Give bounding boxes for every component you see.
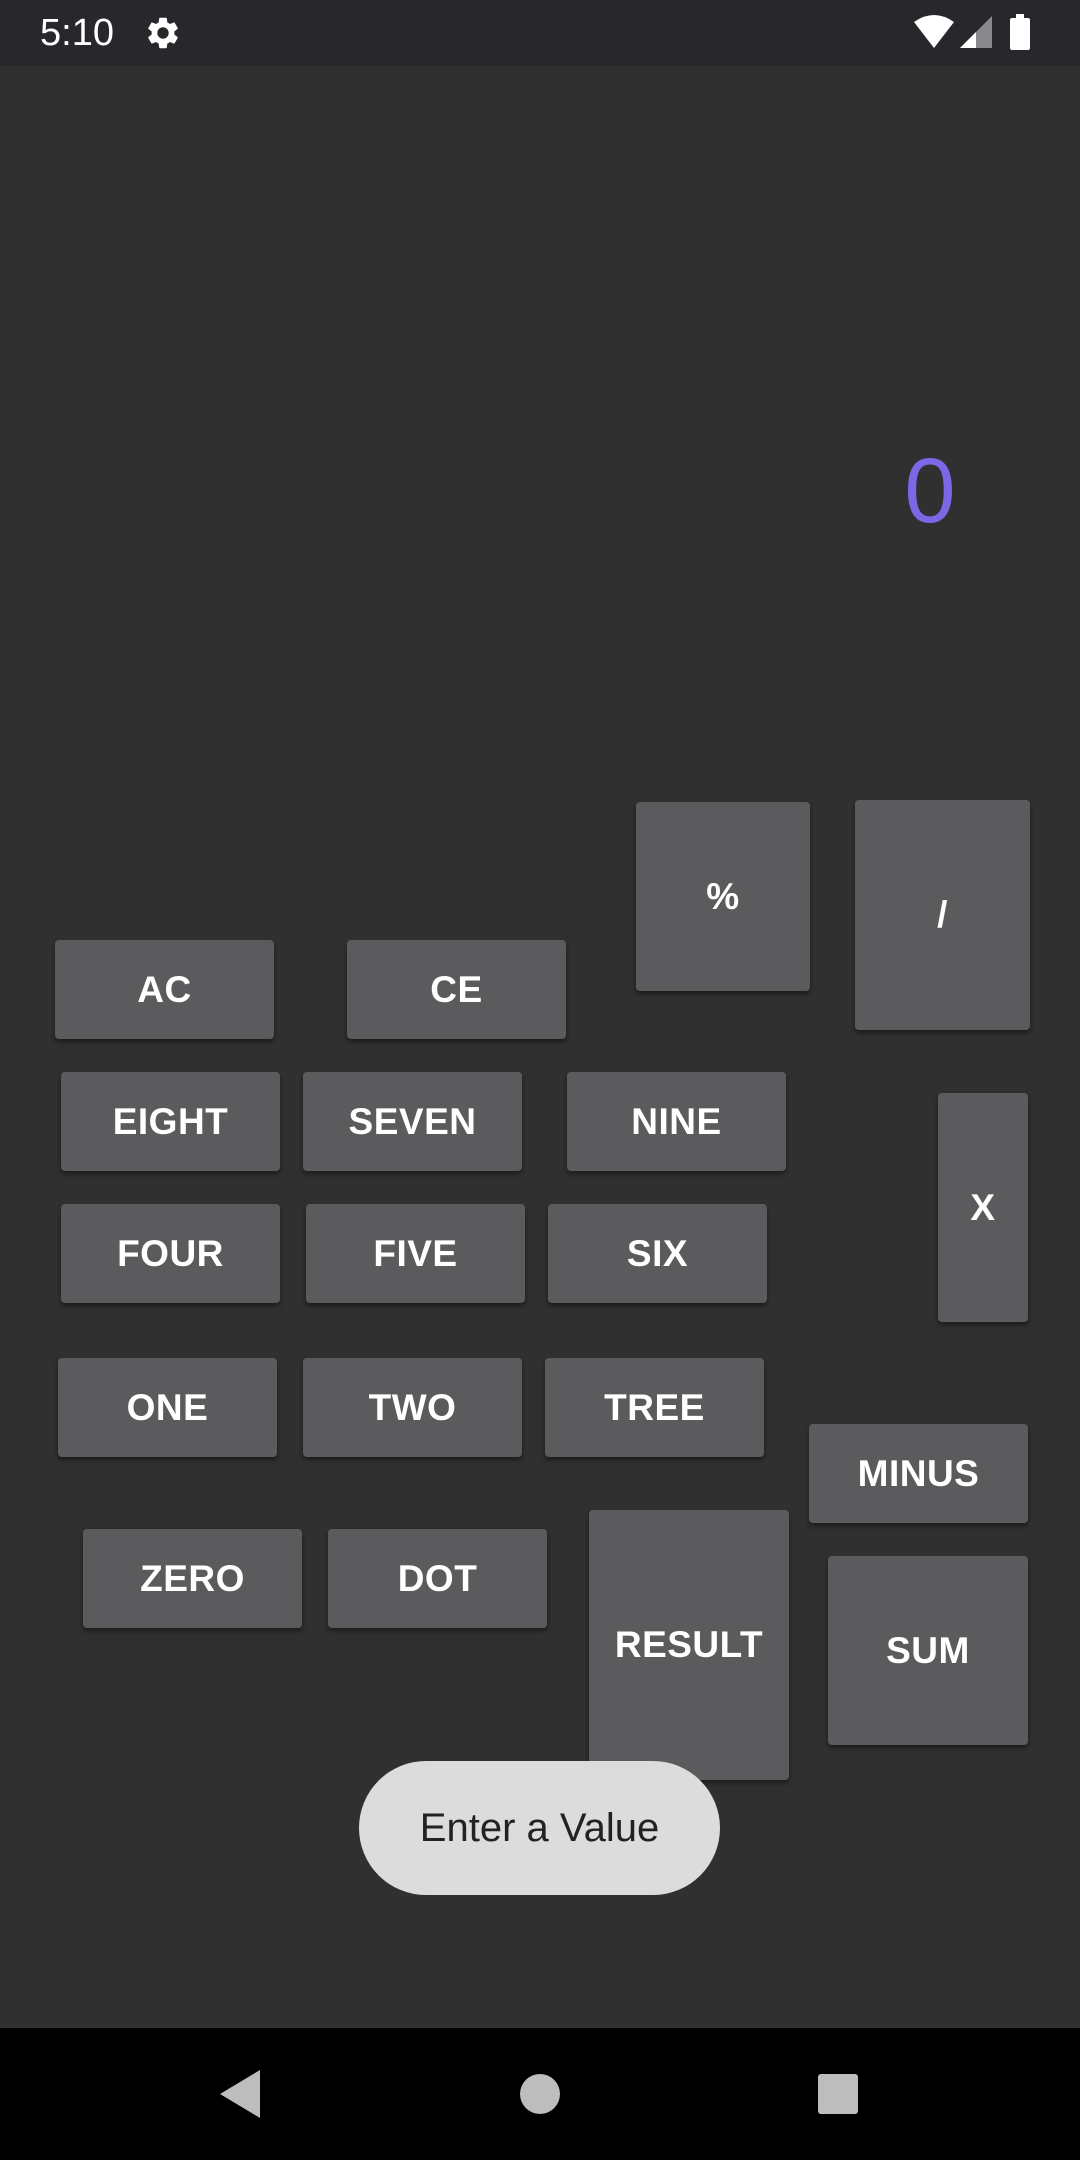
- status-time: 5:10: [40, 12, 114, 54]
- ce-button[interactable]: CE: [347, 940, 566, 1039]
- minus-button[interactable]: MINUS: [809, 1424, 1028, 1523]
- ac-button[interactable]: AC: [55, 940, 274, 1039]
- result-button[interactable]: RESULT: [589, 1510, 789, 1780]
- status-icons: [914, 14, 1030, 50]
- two-button[interactable]: TWO: [303, 1358, 522, 1457]
- divide-button[interactable]: /: [855, 800, 1030, 1030]
- three-button[interactable]: TREE: [545, 1358, 764, 1457]
- one-button[interactable]: ONE: [58, 1358, 277, 1457]
- four-button[interactable]: FOUR: [61, 1204, 280, 1303]
- zero-button[interactable]: ZERO: [83, 1529, 302, 1628]
- battery-icon: [1010, 14, 1030, 50]
- display-value: 0: [904, 440, 956, 542]
- back-icon[interactable]: [210, 2064, 270, 2124]
- cell-signal-icon: [960, 16, 992, 48]
- calculator-app: 0 % / AC CE EIGHT SEVEN NINE X FOUR FIVE…: [0, 66, 1080, 2028]
- status-bar: 5:10: [0, 0, 1080, 66]
- nine-button[interactable]: NINE: [567, 1072, 786, 1171]
- seven-button[interactable]: SEVEN: [303, 1072, 522, 1171]
- multiply-button[interactable]: X: [938, 1093, 1028, 1322]
- wifi-icon: [914, 15, 954, 48]
- home-icon[interactable]: [510, 2064, 570, 2124]
- five-button[interactable]: FIVE: [306, 1204, 525, 1303]
- six-button[interactable]: SIX: [548, 1204, 767, 1303]
- recents-icon[interactable]: [808, 2064, 868, 2124]
- percent-button[interactable]: %: [636, 802, 810, 991]
- dot-button[interactable]: DOT: [328, 1529, 547, 1628]
- gear-icon: [148, 17, 178, 49]
- navigation-bar: [0, 2028, 1080, 2160]
- sum-button[interactable]: SUM: [828, 1556, 1028, 1745]
- enter-value-button[interactable]: Enter a Value: [359, 1761, 720, 1895]
- eight-button[interactable]: EIGHT: [61, 1072, 280, 1171]
